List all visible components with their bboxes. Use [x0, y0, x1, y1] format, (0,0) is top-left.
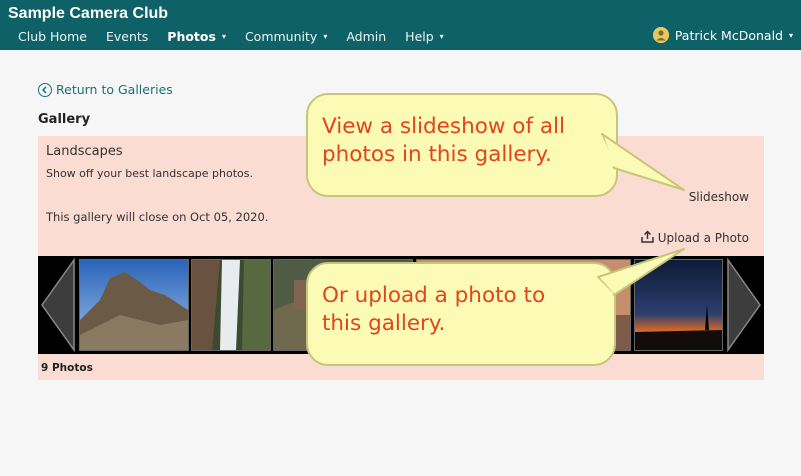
nav-label: Help: [405, 29, 434, 44]
avatar: [652, 27, 669, 43]
slideshow-callout: View a slideshow of all photos in this ga…: [306, 93, 618, 197]
upload-photo-link[interactable]: Upload a Photo: [640, 230, 749, 246]
carousel-next-button[interactable]: [724, 256, 764, 354]
upload-callout: Or upload a photo to this gallery.: [306, 262, 616, 366]
callout-pointer: [596, 248, 685, 297]
chevron-down-icon: ▾: [221, 32, 226, 41]
nav-label: Club Home: [18, 29, 87, 44]
gallery-close-notice: This gallery will close on Oct 05, 2020.: [46, 210, 269, 224]
nav-label: Admin: [346, 29, 387, 44]
callout-text: View a slideshow of all photos in this ga…: [322, 113, 565, 169]
carousel-prev-button[interactable]: [38, 256, 78, 354]
club-title[interactable]: Sample Camera Club: [8, 5, 168, 23]
back-label: Return to Galleries: [56, 82, 173, 97]
nav-label: Photos: [167, 29, 216, 44]
nav-events[interactable]: Events: [106, 29, 148, 44]
photo-thumbnail[interactable]: [79, 259, 189, 351]
chevron-down-icon: ▾: [788, 30, 793, 40]
upload-icon: [640, 230, 654, 246]
nav-label: Community: [244, 29, 318, 44]
chevron-down-icon: ▾: [323, 32, 328, 41]
nav-club-home[interactable]: Club Home: [18, 29, 87, 44]
callout-line: Or upload a photo to: [322, 283, 546, 308]
gallery-name: Landscapes: [46, 144, 123, 159]
chevron-down-icon: ▾: [439, 32, 444, 41]
user-menu[interactable]: Patrick McDonald ▾: [652, 27, 793, 43]
nav-community[interactable]: Community ▾: [245, 29, 327, 44]
user-name: Patrick McDonald: [674, 27, 783, 43]
photo-thumbnail[interactable]: [191, 259, 271, 351]
section-title: Gallery: [38, 112, 91, 127]
photo-count: 9 Photos: [41, 362, 93, 374]
gallery-description: Show off your best landscape photos.: [46, 167, 253, 180]
callout-line: this gallery.: [322, 311, 446, 336]
callout-text: Or upload a photo to this gallery.: [322, 282, 545, 338]
nav-help[interactable]: Help ▾: [405, 29, 444, 44]
callout-line: photos in this gallery.: [322, 142, 552, 167]
nav-label: Events: [105, 29, 149, 44]
return-to-galleries-link[interactable]: Return to Galleries: [38, 82, 173, 97]
upload-label: Upload a Photo: [657, 231, 749, 245]
top-navbar: Sample Camera Club Club Home Events Phot…: [0, 0, 801, 50]
callout-pointer: [600, 133, 685, 191]
nav-photos[interactable]: Photos ▾: [167, 29, 226, 44]
callout-line: View a slideshow of all: [322, 114, 565, 139]
slideshow-link[interactable]: Slideshow: [689, 190, 749, 204]
main-nav: Club Home Events Photos ▾ Community ▾ Admi…: [18, 29, 463, 44]
chevron-left-circle-icon: [38, 82, 52, 97]
nav-admin[interactable]: Admin: [346, 29, 386, 44]
